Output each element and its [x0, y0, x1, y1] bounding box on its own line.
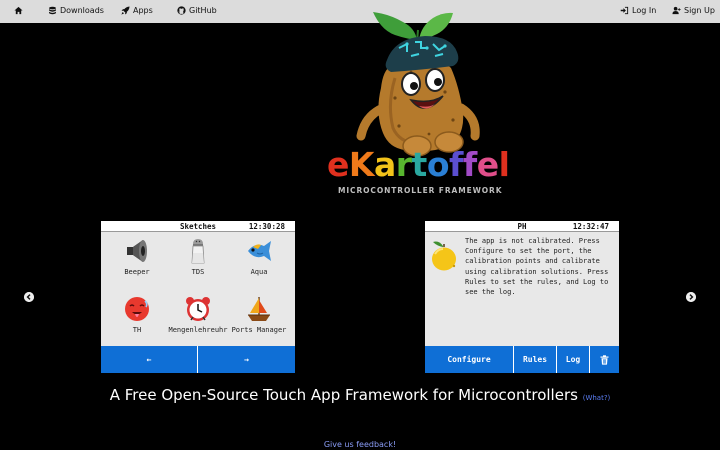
screen-header: PH 12:32:47	[425, 221, 619, 232]
next-page-button[interactable]: →	[198, 346, 295, 373]
speaker-icon	[127, 240, 147, 262]
signup-label: Sign Up	[684, 6, 715, 15]
trash-icon	[600, 354, 609, 365]
home-icon	[14, 6, 23, 15]
apps-link[interactable]: Apps	[121, 6, 153, 15]
chevron-left-icon	[24, 292, 34, 302]
carousel-next-button[interactable]	[686, 292, 696, 302]
hot-face-icon	[125, 297, 149, 321]
fish-icon	[248, 241, 271, 261]
github-link[interactable]: GitHub	[177, 6, 217, 15]
log-button[interactable]: Log	[557, 346, 590, 373]
lemon-icon	[432, 241, 456, 271]
app-label: Ports Manager	[231, 326, 287, 334]
sailboat-icon	[248, 297, 270, 321]
logo-letter: f	[462, 145, 477, 184]
tagline-text: A Free Open-Source Touch App Framework f…	[109, 386, 578, 404]
rocket-icon	[121, 6, 130, 15]
logo-letter: o	[426, 145, 450, 184]
prev-page-button[interactable]: ←	[101, 346, 198, 373]
alarm-clock-icon	[186, 297, 210, 321]
logo-subtitle: MICROCONTROLLER FRAMEWORK	[338, 186, 503, 195]
downloads-label: Downloads	[60, 6, 104, 15]
app-label: Aqua	[250, 268, 268, 276]
apps-label: Apps	[133, 6, 153, 15]
signup-link[interactable]: Sign Up	[672, 6, 715, 15]
screen-clock: 12:32:47	[572, 222, 609, 231]
logo-letter: e	[476, 145, 499, 184]
app-tds[interactable]: TDS	[166, 237, 230, 276]
logo-letter: r	[395, 145, 412, 184]
configure-button[interactable]: Configure	[425, 346, 514, 373]
sketches-button-bar: ← →	[101, 346, 295, 373]
app-label: TH	[132, 326, 142, 334]
home-link[interactable]	[14, 6, 23, 15]
github-label: GitHub	[189, 6, 217, 15]
app-ports-manager[interactable]: Ports Manager	[227, 295, 291, 334]
downloads-link[interactable]: Downloads	[48, 6, 104, 15]
logo-letter: a	[373, 145, 396, 184]
feedback-link[interactable]: Give us feedback!	[0, 440, 720, 449]
logo-letter: f	[448, 145, 463, 184]
logo-letter: l	[498, 145, 510, 184]
login-link[interactable]: Log In	[620, 6, 656, 15]
app-beeper[interactable]: Beeper	[105, 237, 169, 276]
delete-button[interactable]	[590, 346, 619, 373]
app-th[interactable]: TH	[105, 295, 169, 334]
github-icon	[177, 6, 186, 15]
logo-letter: e	[327, 145, 349, 184]
chevron-right-icon	[686, 292, 696, 302]
logo-letter: K	[348, 145, 375, 184]
what-link[interactable]: (What?)	[583, 394, 611, 402]
salt-shaker-icon	[191, 239, 205, 264]
ph-screen: PH 12:32:47 The app is not calibrated. P…	[425, 221, 619, 373]
app-label: Mengenlehreuhr	[168, 326, 228, 334]
ph-button-bar: Configure Rules Log	[425, 346, 619, 373]
tagline: A Free Open-Source Touch App Framework f…	[0, 386, 720, 404]
login-label: Log In	[632, 6, 657, 15]
app-label: Beeper	[124, 268, 150, 276]
screen-clock: 12:30:28	[248, 222, 285, 231]
carousel-prev-button[interactable]	[24, 292, 34, 302]
user-plus-icon	[672, 6, 681, 15]
app-aqua[interactable]: Aqua	[227, 237, 291, 276]
logo-letter: t	[411, 145, 428, 184]
app-label: TDS	[191, 268, 205, 276]
app-mengenlehreuhr[interactable]: Mengenlehreuhr	[166, 295, 230, 334]
calibration-message: The app is not calibrated. Press Configu…	[465, 237, 609, 297]
sign-in-icon	[620, 6, 629, 15]
app-grid: Beeper TDS Aqua TH Mengenlehreuhr Ports …	[101, 233, 295, 345]
rules-button[interactable]: Rules	[514, 346, 557, 373]
database-icon	[49, 6, 56, 15]
ekartoffel-wordmark: eKartoffel	[327, 145, 510, 184]
sketches-screen: Sketches 12:30:28 Beeper TDS Aqua TH Men…	[101, 221, 295, 373]
screen-header: Sketches 12:30:28	[101, 221, 295, 232]
